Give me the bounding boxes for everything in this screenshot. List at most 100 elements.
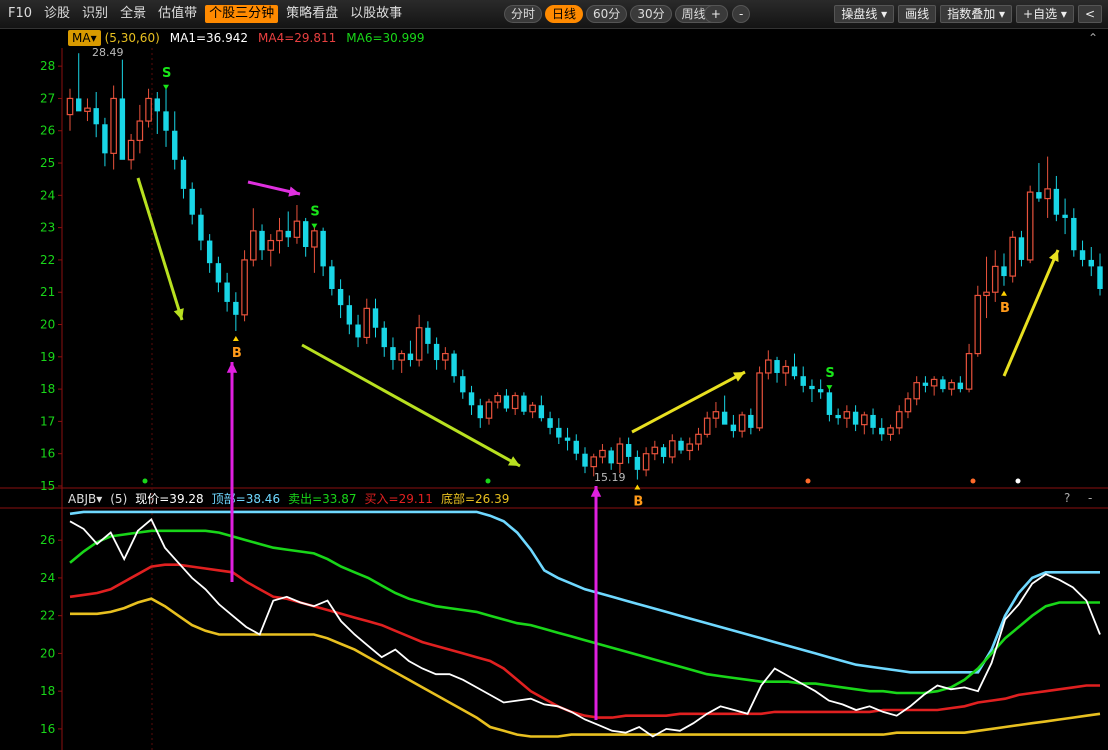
sell-arrow bbox=[826, 385, 833, 391]
candle-body bbox=[599, 449, 606, 458]
candle-body bbox=[390, 347, 396, 361]
candle-body bbox=[293, 220, 301, 238]
main-y-tick: 18 bbox=[40, 382, 55, 396]
candle-body bbox=[136, 120, 144, 142]
candle-body bbox=[573, 440, 579, 454]
main-y-tick: 22 bbox=[40, 253, 55, 267]
candle-body bbox=[817, 389, 824, 393]
candle-body bbox=[913, 382, 921, 400]
candle-body bbox=[425, 327, 431, 344]
candle-body bbox=[206, 240, 213, 264]
candle-body bbox=[224, 282, 230, 302]
candle-body bbox=[485, 401, 493, 419]
candle-body bbox=[835, 414, 841, 419]
candle-body bbox=[76, 98, 82, 112]
candle-body bbox=[468, 392, 475, 406]
candle-body bbox=[180, 159, 187, 189]
candle-body bbox=[241, 259, 248, 316]
buy-marker: B bbox=[232, 346, 242, 361]
candle-body bbox=[249, 230, 257, 261]
candle-body bbox=[119, 98, 126, 160]
candle-body bbox=[1053, 188, 1060, 215]
candle-body bbox=[904, 398, 912, 413]
candle-body bbox=[983, 291, 990, 297]
candle-body bbox=[372, 308, 379, 328]
candle-body bbox=[703, 417, 711, 435]
candle-body bbox=[1009, 236, 1017, 277]
sub-y-tick: 16 bbox=[40, 722, 55, 736]
sub-y-tick: 18 bbox=[40, 684, 55, 698]
candle-body bbox=[477, 405, 483, 419]
candle-body bbox=[590, 456, 598, 468]
candle-body bbox=[127, 139, 135, 161]
sell-arrow bbox=[163, 84, 170, 90]
candle-body bbox=[1026, 191, 1034, 261]
candle-body bbox=[582, 453, 588, 467]
candle-body bbox=[329, 266, 335, 289]
candle-body bbox=[809, 385, 815, 390]
candle-body bbox=[511, 394, 519, 410]
candle-body bbox=[1036, 192, 1042, 199]
main-y-tick: 19 bbox=[40, 350, 55, 364]
signal-dot bbox=[485, 478, 491, 484]
candle-body bbox=[189, 188, 195, 215]
candle-body bbox=[930, 378, 938, 387]
candle-body bbox=[948, 382, 955, 390]
candle-body bbox=[1071, 217, 1077, 251]
candle-body bbox=[774, 360, 780, 373]
candle-body bbox=[678, 440, 684, 451]
candle-body bbox=[861, 414, 868, 426]
main-y-tick: 17 bbox=[40, 414, 55, 428]
candle-body bbox=[712, 411, 720, 419]
candle-body bbox=[154, 98, 160, 112]
buy-marker: B bbox=[1000, 301, 1010, 316]
abjb-top-line bbox=[69, 510, 1100, 674]
candle-body bbox=[302, 221, 309, 248]
main-y-tick: 20 bbox=[40, 318, 55, 332]
main-y-tick: 28 bbox=[40, 59, 55, 73]
candle-body bbox=[991, 265, 999, 293]
candle-body bbox=[764, 359, 772, 374]
candle-body bbox=[870, 414, 876, 428]
candle-body bbox=[163, 111, 169, 131]
buy-marker: B bbox=[633, 495, 643, 510]
main-y-tick: 24 bbox=[40, 188, 55, 202]
candle-body bbox=[320, 230, 326, 267]
stock-chart[interactable]: 28 27 26 25 24 23 22 21 20 19 18 17 16 15 26 24 22 20 18 16… bbox=[0, 0, 1108, 750]
sub-y-tick: 26 bbox=[40, 533, 55, 547]
candle-body bbox=[442, 352, 449, 361]
main-y-tick: 25 bbox=[40, 156, 55, 170]
candle-body bbox=[529, 404, 536, 413]
sell-marker: S bbox=[162, 66, 171, 81]
candle-body bbox=[363, 307, 371, 339]
candle-body bbox=[922, 382, 929, 386]
candle-body bbox=[564, 437, 571, 441]
candle-body bbox=[1018, 237, 1025, 260]
signal-dot bbox=[805, 478, 811, 484]
candle-body bbox=[521, 395, 527, 412]
candle-body bbox=[233, 301, 239, 315]
candle-body bbox=[756, 372, 763, 429]
candle-body bbox=[660, 447, 667, 457]
buy-arrow bbox=[634, 484, 641, 490]
candle-body bbox=[826, 392, 833, 415]
signal-arrow-1-head bbox=[226, 362, 238, 373]
candle-body bbox=[616, 443, 624, 464]
candle-body bbox=[625, 444, 632, 457]
candle-body bbox=[721, 411, 728, 425]
candle-body bbox=[415, 327, 423, 361]
candle-body bbox=[381, 327, 387, 348]
candle-body bbox=[1079, 250, 1086, 260]
candle-body bbox=[538, 405, 545, 419]
high-price-label: 28.49 bbox=[92, 46, 124, 59]
candle-body bbox=[634, 456, 641, 470]
candle-body bbox=[547, 418, 553, 428]
candle-body bbox=[337, 288, 344, 306]
abjb-now-line bbox=[69, 517, 1101, 738]
candle-body bbox=[267, 239, 275, 251]
candle-body bbox=[285, 230, 291, 238]
sub-y-tick: 20 bbox=[40, 646, 55, 660]
candle-body bbox=[1001, 266, 1007, 277]
buy-arrow bbox=[1000, 290, 1007, 296]
candle-body bbox=[800, 376, 806, 386]
